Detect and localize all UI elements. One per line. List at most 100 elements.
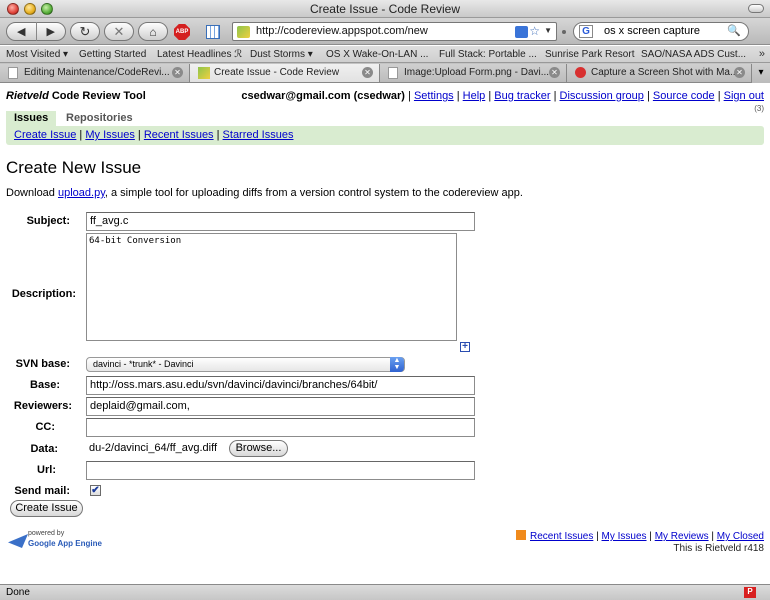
subject-input[interactable]: ff_avg.c	[86, 212, 475, 231]
bookmark-full-stack[interactable]: Full Stack: Portable ...	[439, 49, 537, 60]
page-icon	[8, 67, 18, 79]
bookmark-sao-nasa-ads[interactable]: SAO/NASA ADS Cust...	[641, 49, 746, 60]
source-code-link[interactable]: Source code	[653, 90, 715, 102]
bookmark-getting-started[interactable]: Getting Started	[79, 49, 146, 60]
bookmarks-overflow-button[interactable]: »	[759, 48, 765, 60]
intro-text: Download upload.py, a simple tool for up…	[6, 187, 523, 199]
bug-tracker-link[interactable]: Bug tracker	[494, 90, 550, 102]
close-tab-icon[interactable]: ✕	[362, 67, 373, 78]
site-favicon-icon	[198, 67, 210, 79]
toolbar-separator-dot	[562, 30, 566, 34]
google-app-engine-badge[interactable]: powered by Google App Engine	[8, 530, 108, 552]
tab-create-issue[interactable]: Create Issue - Code Review ✕	[190, 64, 380, 82]
cc-label: CC:	[35, 421, 55, 433]
recent-issues-link[interactable]: Recent Issues	[144, 129, 214, 141]
site-favicon-icon	[575, 67, 586, 78]
description-textarea[interactable]: 64-bit Conversion	[86, 233, 457, 341]
svn-base-label: SVN base:	[15, 358, 70, 370]
close-tab-icon[interactable]: ✕	[549, 67, 560, 78]
home-button[interactable]: ⌂	[138, 22, 168, 41]
back-forward-buttons: ◀ ▶	[6, 22, 66, 41]
window-titlebar: Create Issue - Code Review	[0, 0, 770, 18]
bookmark-latest-headlines[interactable]: Latest Headlines ℛ	[157, 49, 242, 60]
sign-out-link[interactable]: Sign out	[724, 90, 764, 102]
description-label: Description:	[11, 288, 76, 300]
powered-by-text: powered by	[28, 530, 65, 537]
close-tab-icon[interactable]: ✕	[172, 67, 183, 78]
reload-button[interactable]: ↻	[70, 22, 100, 41]
select-arrows-icon: ▲ ▼	[390, 357, 404, 372]
discussion-group-link[interactable]: Discussion group	[560, 90, 644, 102]
upload-py-link[interactable]: upload.py	[58, 187, 105, 199]
footer-links: Recent Issues | My Issues | My Reviews |…	[515, 530, 764, 542]
user-email: csedwar@gmail.com (csedwar)	[241, 90, 405, 102]
rss-feed-icon[interactable]	[515, 530, 526, 540]
footer-my-reviews-link[interactable]: My Reviews	[655, 531, 709, 542]
bookmarks-toolbar: Most Visited ▾ Getting Started Latest He…	[0, 46, 770, 63]
rss-feed-icon[interactable]	[515, 26, 528, 38]
forward-button[interactable]: ▶	[37, 25, 66, 38]
adblock-icon[interactable]: ABP	[174, 24, 190, 40]
brand-name: Rietveld	[6, 90, 49, 102]
data-file-path: du-2/davinci_64/ff_avg.diff	[89, 442, 218, 454]
tab-issues[interactable]: Issues	[6, 111, 57, 126]
data-label: Data:	[30, 443, 58, 455]
user-links: csedwar@gmail.com (csedwar) | Settings |…	[241, 90, 764, 102]
status-bar: Done P	[0, 584, 770, 600]
help-link[interactable]: Help	[463, 90, 486, 102]
settings-link[interactable]: Settings	[414, 90, 454, 102]
search-icon[interactable]: 🔍	[727, 24, 741, 37]
my-issues-link[interactable]: My Issues	[85, 129, 135, 141]
tab-repositories[interactable]: Repositories	[58, 111, 141, 126]
starred-issues-link[interactable]: Starred Issues	[223, 129, 294, 141]
tab-editing-maintenance[interactable]: Editing Maintenance/CodeRevi... ✕	[0, 64, 190, 82]
search-bar[interactable]: G os x screen capture 🔍	[573, 22, 749, 41]
intro-prefix: Download	[6, 187, 58, 199]
reviewers-input[interactable]: deplaid@gmail.com,	[86, 397, 475, 416]
address-bar[interactable]: http://codereview.appspot.com/new ☆ ▼	[232, 22, 557, 41]
bookmark-sunrise-park[interactable]: Sunrise Park Resort	[545, 49, 634, 60]
close-tab-icon[interactable]: ✕	[734, 67, 745, 78]
back-button[interactable]: ◀	[7, 25, 36, 38]
bookmark-most-visited[interactable]: Most Visited ▾	[6, 49, 68, 60]
footer-my-closed-link[interactable]: My Closed	[717, 531, 764, 542]
tab-label: Editing Maintenance/CodeRevi...	[24, 67, 170, 78]
window-title: Create Issue - Code Review	[309, 2, 461, 16]
base-input[interactable]: http://oss.mars.asu.edu/svn/davinci/davi…	[86, 376, 475, 395]
create-issue-link[interactable]: Create Issue	[14, 129, 76, 141]
bookmark-dust-storms[interactable]: Dust Storms ▾	[250, 49, 313, 60]
footer-recent-issues-link[interactable]: Recent Issues	[530, 531, 593, 542]
tab-capture-screenshot[interactable]: Capture a Screen Shot with Ma... ✕	[567, 64, 752, 82]
search-input[interactable]: os x screen capture	[604, 25, 700, 37]
address-dropdown-icon[interactable]: ▼	[544, 26, 552, 35]
version-text: This is Rietveld r418	[673, 543, 764, 554]
browse-button[interactable]: Browse...	[229, 440, 288, 457]
google-search-engine-icon[interactable]: G	[579, 25, 593, 38]
app-engine-logo-icon	[8, 534, 28, 548]
bookmark-star-icon[interactable]: ☆	[529, 24, 540, 38]
addon-status-icon[interactable]: P	[744, 587, 756, 598]
status-text: Done	[6, 587, 30, 598]
bookmark-os-x-wake-on-lan[interactable]: OS X Wake-On-LAN ...	[326, 49, 428, 60]
tab-overflow-button[interactable]: ▾	[752, 63, 770, 83]
toolbar-toggle-button[interactable]	[748, 4, 764, 13]
address-url[interactable]: http://codereview.appspot.com/new	[256, 25, 428, 37]
issues-subnav: Create Issue | My Issues | Recent Issues…	[6, 126, 764, 145]
base-label: Base:	[30, 379, 60, 391]
footer-my-issues-link[interactable]: My Issues	[602, 531, 647, 542]
svn-base-select[interactable]: davinci - *trunk* - Davinci ▲ ▼	[86, 357, 405, 372]
calendar-icon[interactable]	[206, 25, 220, 39]
site-favicon-icon	[237, 26, 250, 38]
tab-image-upload-form[interactable]: Image:Upload Form.png - Davi... ✕	[380, 64, 567, 82]
svn-base-value: davinci - *trunk* - Davinci	[93, 359, 194, 369]
expand-description-icon[interactable]: +	[460, 342, 470, 352]
page-content: Rietveld Code Review Tool csedwar@gmail.…	[0, 84, 770, 584]
url-input[interactable]	[86, 461, 475, 480]
brand-suffix: Code Review Tool	[48, 90, 146, 102]
page-icon	[388, 67, 398, 79]
stop-button[interactable]: ✕	[104, 22, 134, 41]
create-issue-button[interactable]: Create Issue	[10, 500, 83, 517]
cc-input[interactable]	[86, 418, 475, 437]
reviewers-label: Reviewers:	[13, 400, 72, 412]
send-mail-checkbox[interactable]: ✔	[90, 485, 101, 496]
